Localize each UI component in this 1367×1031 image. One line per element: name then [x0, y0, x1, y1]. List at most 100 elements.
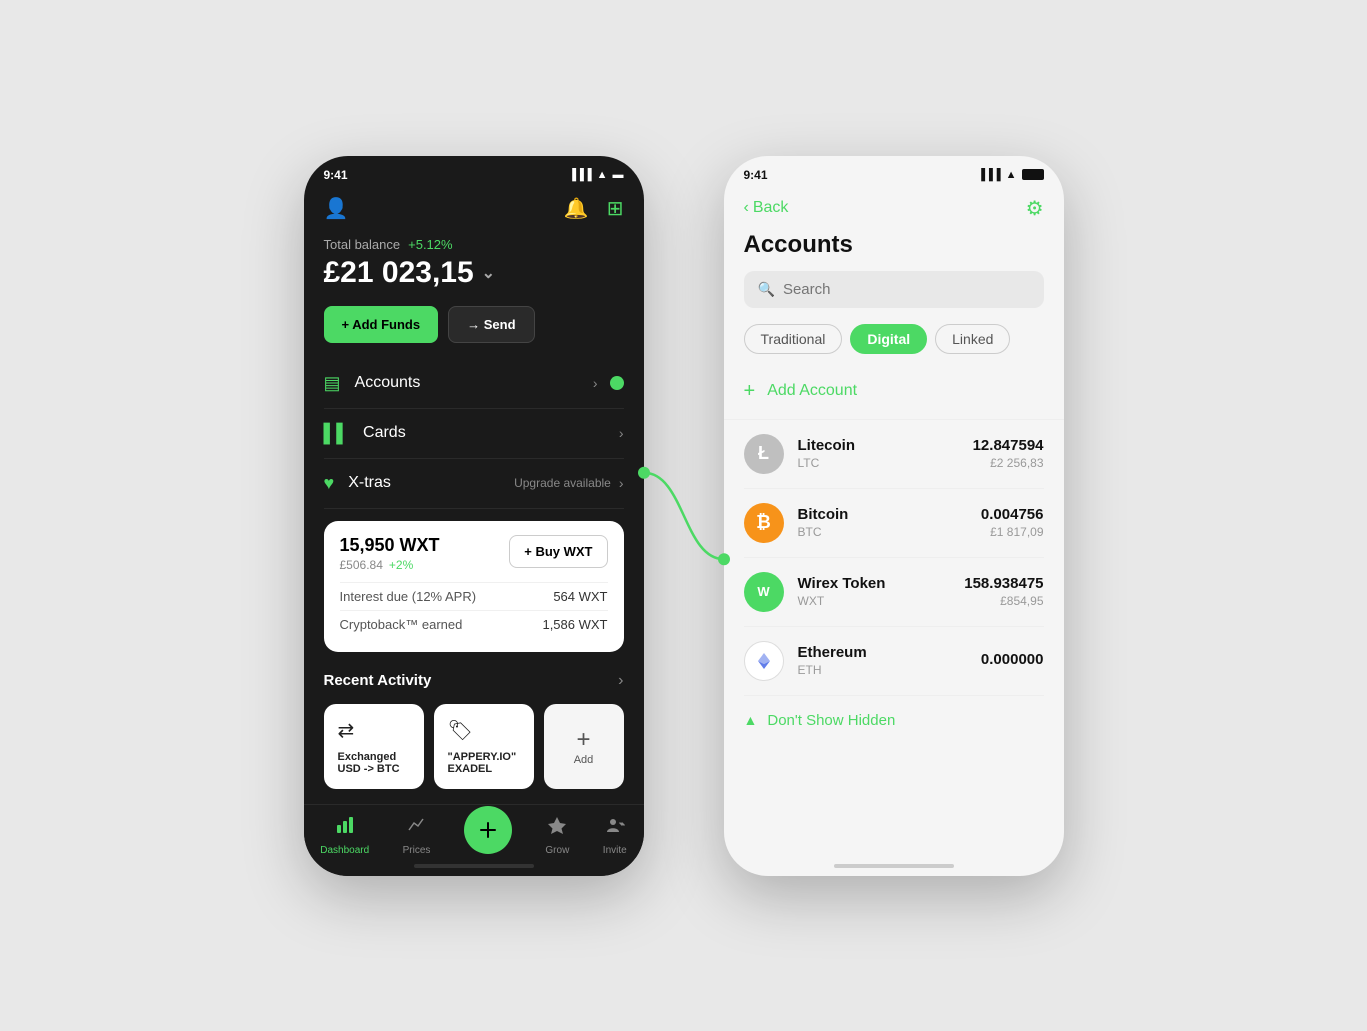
tag-icon: 🏷	[448, 718, 520, 743]
activity-card-add[interactable]: + Add	[544, 704, 624, 789]
activity-card-exchange[interactable]: ⇄ ExchangedUSD -> BTC	[324, 704, 424, 789]
wxt-interest-value: 564 WXT	[553, 589, 607, 604]
ltc-coin-icon: Ł	[744, 434, 784, 474]
account-item-wxt[interactable]: W Wirex Token WXT 158.938475 £854,95	[744, 558, 1044, 627]
scan-icon[interactable]: ⊞	[607, 196, 624, 221]
filter-tabs: Traditional Digital Linked	[724, 324, 1064, 370]
menu-item-cards[interactable]: ▌▌ Cards ›	[324, 409, 624, 459]
exchange-label: ExchangedUSD -> BTC	[338, 751, 410, 775]
add-funds-button[interactable]: + Add Funds	[324, 306, 439, 343]
header-action-icons: 🔔 ⊞	[564, 196, 624, 221]
back-button[interactable]: ‹ Back	[744, 199, 789, 217]
accounts-menu-icon: ▤	[324, 373, 341, 394]
nav-grow[interactable]: Grow	[545, 815, 569, 856]
account-item-btc[interactable]: ₿ Bitcoin BTC 0.004756 £1 817,09	[744, 489, 1044, 558]
account-item-ltc[interactable]: Ł Litecoin LTC 12.847594 £2 256,83	[744, 420, 1044, 489]
time-light: 9:41	[744, 168, 768, 182]
recent-chevron-icon[interactable]: ›	[618, 672, 623, 690]
xtras-upgrade-note: Upgrade available	[514, 476, 611, 490]
activity-card-appery[interactable]: 🏷 "APPERY.IO"EXADEL	[434, 704, 534, 789]
balance-section: Total balance +5.12% £21 023,15 ⌄	[304, 233, 644, 306]
appery-label: "APPERY.IO"EXADEL	[448, 751, 520, 775]
add-icon-activity: +	[576, 726, 590, 754]
accounts-chevron-icon: ›	[593, 375, 598, 391]
xtras-menu-label: X-tras	[348, 474, 391, 492]
grow-nav-icon	[547, 815, 567, 841]
eth-name: Ethereum	[798, 644, 967, 661]
search-bar[interactable]: 🔍	[744, 271, 1044, 308]
back-chevron-icon: ‹	[744, 199, 749, 217]
wifi-icon-dark: ▲	[597, 169, 608, 181]
status-icons-light: ▐▐▐ ▲	[977, 169, 1043, 181]
add-account-label: Add Account	[767, 382, 857, 400]
nav-invite[interactable]: Invite	[603, 815, 627, 856]
add-account-icon: +	[744, 380, 756, 403]
account-list: Ł Litecoin LTC 12.847594 £2 256,83 ₿ Bit…	[724, 420, 1064, 696]
add-account-row[interactable]: + Add Account	[724, 370, 1064, 420]
nav-dashboard[interactable]: Dashboard	[320, 815, 369, 856]
menu-item-xtras[interactable]: ♥ X-tras Upgrade available ›	[324, 459, 624, 509]
balance-amount: £21 023,15 ⌄	[324, 256, 624, 290]
invite-nav-icon	[605, 815, 625, 841]
status-icons-dark: ▐▐▐ ▲ ▬	[568, 169, 623, 181]
cards-menu-icon: ▌▌	[324, 423, 350, 444]
btc-gbp: £1 817,09	[981, 525, 1044, 539]
wxt-rows: Interest due (12% APR) 564 WXT Cryptobac…	[340, 582, 608, 638]
wxt-row-interest: Interest due (12% APR) 564 WXT	[340, 582, 608, 610]
menu-list: ▤ Accounts › ▌▌ Cards › ♥	[304, 359, 644, 509]
wxt-name: Wirex Token	[798, 575, 951, 592]
home-indicator-dark	[414, 864, 534, 868]
triangle-up-icon: ▲	[744, 712, 758, 728]
recent-activity-title: Recent Activity	[324, 672, 432, 689]
balance-label: Total balance	[324, 237, 401, 252]
eth-code: ETH	[798, 663, 967, 677]
balance-chevron-icon[interactable]: ⌄	[482, 263, 495, 283]
wxt-sub: £506.84 +2%	[340, 558, 440, 572]
wxt-change: +2%	[389, 558, 413, 572]
status-bar-light: 9:41 ▐▐▐ ▲	[724, 156, 1064, 188]
eth-details: Ethereum ETH	[798, 644, 967, 677]
ltc-code: LTC	[798, 456, 959, 470]
bell-icon[interactable]: 🔔	[564, 196, 589, 221]
settings-gear-icon[interactable]: ⚙	[1026, 196, 1044, 221]
avatar-icon[interactable]: 👤	[324, 196, 349, 221]
add-label: Add	[574, 754, 594, 766]
cards-menu-label: Cards	[363, 424, 406, 442]
tab-traditional[interactable]: Traditional	[744, 324, 843, 354]
dark-phone: 9:41 ▐▐▐ ▲ ▬ 👤 🔔 ⊞ Total balance +5.12% …	[304, 156, 644, 876]
light-top-bar: ‹ Back ⚙	[724, 188, 1064, 231]
send-button[interactable]: → Send	[448, 306, 534, 343]
signal-icon-dark: ▐▐▐	[568, 169, 591, 181]
btc-balance: 0.004756 £1 817,09	[981, 506, 1044, 539]
wxt-cryptoback-value: 1,586 WXT	[542, 617, 607, 632]
wifi-icon-light: ▲	[1006, 169, 1017, 181]
wxt-details: Wirex Token WXT	[798, 575, 951, 608]
wxt-coin-icon: W	[744, 572, 784, 612]
wxt-gbp: £506.84	[340, 558, 383, 572]
tab-digital[interactable]: Digital	[850, 324, 927, 354]
prices-nav-icon	[407, 815, 427, 841]
activity-cards: ⇄ ExchangedUSD -> BTC 🏷 "APPERY.IO"EXADE…	[324, 704, 624, 789]
back-label: Back	[753, 199, 789, 217]
dont-show-hidden-row[interactable]: ▲ Don't Show Hidden	[724, 696, 1064, 745]
btc-code: BTC	[798, 525, 967, 539]
nav-prices[interactable]: Prices	[403, 815, 431, 856]
nav-center[interactable]	[464, 816, 512, 854]
search-input[interactable]	[783, 281, 1030, 298]
grow-nav-label: Grow	[545, 845, 569, 856]
account-item-eth[interactable]: Ethereum ETH 0.000000	[744, 627, 1044, 696]
tab-linked[interactable]: Linked	[935, 324, 1010, 354]
eth-amount: 0.000000	[981, 651, 1044, 668]
wxt-row-cryptoback: Cryptoback™ earned 1,586 WXT	[340, 610, 608, 638]
eth-coin-icon	[744, 641, 784, 681]
center-nav-button[interactable]	[464, 806, 512, 854]
buy-wxt-button[interactable]: + Buy WXT	[509, 535, 607, 568]
wxt-cryptoback-label: Cryptoback™ earned	[340, 617, 463, 632]
recent-activity-section: Recent Activity › ⇄ ExchangedUSD -> BTC …	[304, 664, 644, 789]
dark-header: 👤 🔔 ⊞	[304, 188, 644, 233]
btc-details: Bitcoin BTC	[798, 506, 967, 539]
ltc-amount: 12.847594	[973, 437, 1044, 454]
menu-item-accounts[interactable]: ▤ Accounts ›	[324, 359, 624, 409]
balance-change: +5.12%	[408, 237, 452, 252]
action-buttons: + Add Funds → Send	[304, 306, 644, 359]
